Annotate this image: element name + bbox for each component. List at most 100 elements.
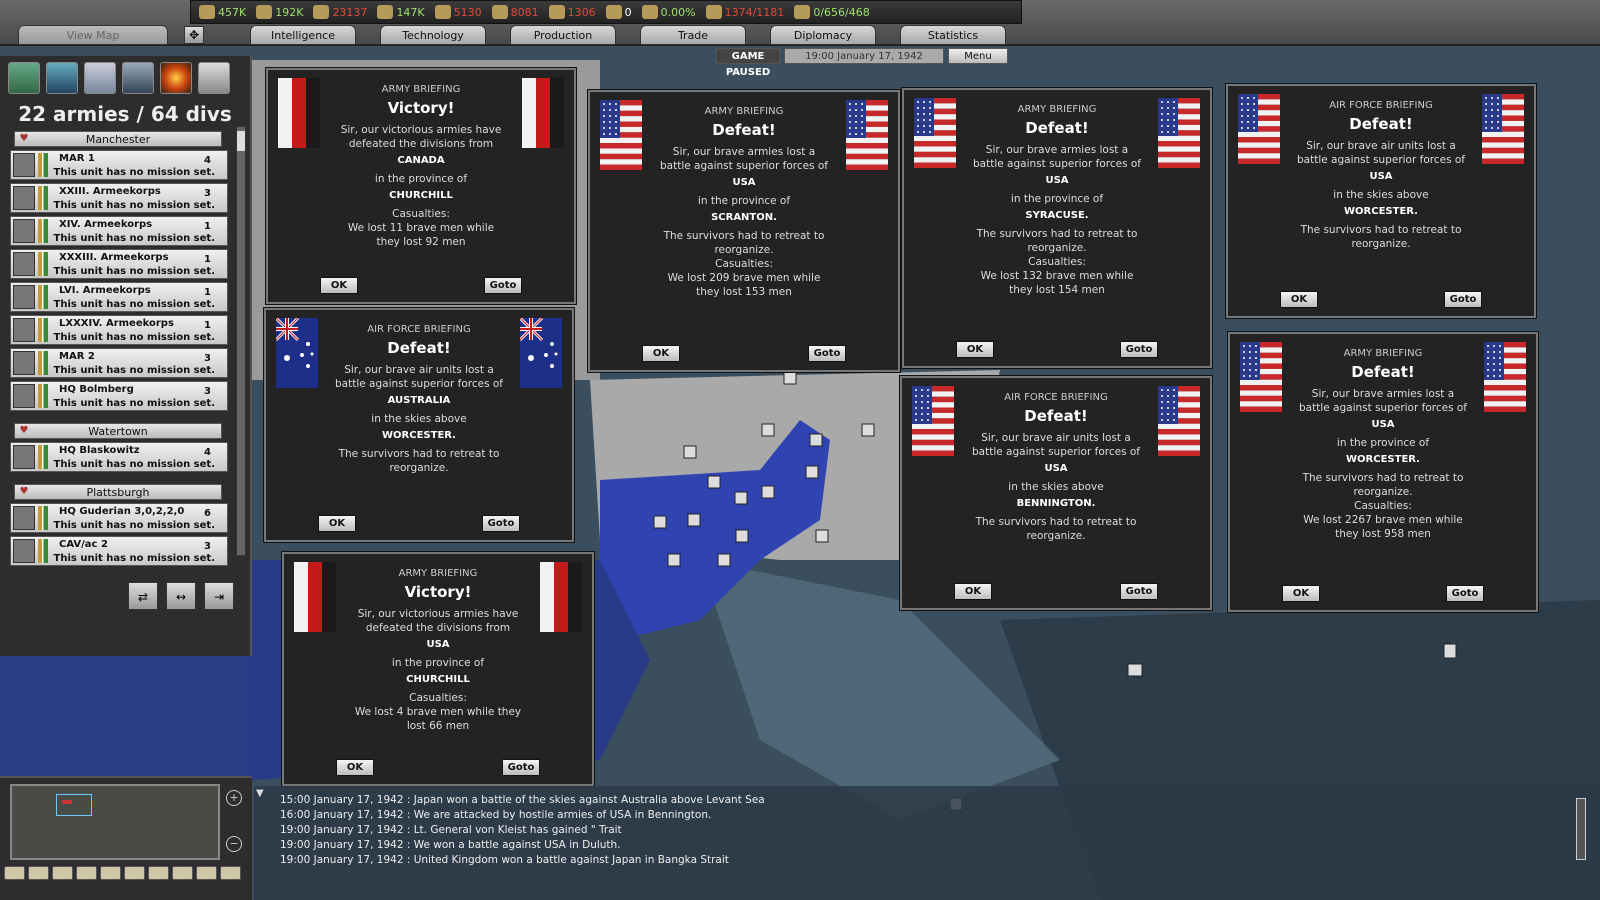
unit-marker[interactable] xyxy=(735,529,749,543)
army-list-item[interactable]: CAV/ac 2 3 This unit has no mission set. xyxy=(10,536,228,566)
unit-marker[interactable] xyxy=(809,433,823,447)
menu-button[interactable]: Menu xyxy=(948,48,1008,64)
goto-button[interactable]: Goto xyxy=(808,345,846,362)
ok-button[interactable]: OK xyxy=(318,515,356,532)
unit-marker[interactable] xyxy=(1127,663,1143,677)
map-mode-icon[interactable] xyxy=(172,866,193,880)
goto-button[interactable]: Goto xyxy=(1120,583,1158,600)
collapse-log-icon[interactable]: ▼ xyxy=(256,788,264,799)
flag-left xyxy=(914,98,956,168)
hierarchy-filter-icon[interactable] xyxy=(198,62,230,94)
unit-marker[interactable] xyxy=(667,553,681,567)
map-mode-icon[interactable] xyxy=(4,866,25,880)
goto-button[interactable]: Goto xyxy=(484,277,522,294)
army-group-header[interactable]: ♥ Manchester xyxy=(14,131,222,147)
scroll-thumb[interactable] xyxy=(237,131,245,151)
ship-filter-icon[interactable] xyxy=(122,62,154,94)
unit-marker[interactable] xyxy=(761,423,775,437)
briefing-country: CANADA xyxy=(397,155,445,166)
tab-trade[interactable]: Trade xyxy=(640,25,746,45)
army-group-header[interactable]: ♥ Watertown xyxy=(14,423,222,439)
goto-button[interactable]: Goto xyxy=(502,759,540,776)
map-mode-icon[interactable] xyxy=(28,866,49,880)
map-mode-icon[interactable] xyxy=(52,866,73,880)
explosion-filter-icon[interactable] xyxy=(160,62,192,94)
tab-diplomacy[interactable]: Diplomacy xyxy=(770,25,876,45)
resource-item: 5130 xyxy=(434,1,482,23)
army-list-item[interactable]: HQ Guderian 3,0,2,2,0 6 This unit has no m… xyxy=(10,503,228,533)
unit-name: MAR 2 xyxy=(59,351,95,362)
unit-marker[interactable] xyxy=(805,465,819,479)
casualties-text: We lost 11 brave men while they lost 92 … xyxy=(347,222,495,248)
zoom-out-icon[interactable]: − xyxy=(226,836,242,852)
army-group-header[interactable]: ♥ Plattsburgh xyxy=(14,484,222,500)
flag-right xyxy=(522,78,564,148)
split-icon[interactable]: ↔ xyxy=(166,582,196,610)
tank-filter-icon[interactable] xyxy=(46,62,78,94)
army-list-item[interactable]: MAR 1 4 This unit has no mission set. xyxy=(10,150,228,180)
army-list-item[interactable]: XIV. Armeekorps 1 This unit has no mission… xyxy=(10,216,228,246)
goto-button[interactable]: Goto xyxy=(1120,341,1158,358)
unit-marker[interactable] xyxy=(861,423,875,437)
unit-marker[interactable] xyxy=(683,445,697,459)
briefing-country: USA xyxy=(1369,171,1393,182)
ok-button[interactable]: OK xyxy=(642,345,680,362)
zoom-in-icon[interactable]: + xyxy=(226,790,242,806)
minimap-viewport[interactable] xyxy=(56,794,92,816)
compass-icon[interactable]: ✥ xyxy=(184,26,204,44)
merge-icon[interactable]: ⇥ xyxy=(204,582,234,610)
casualties-label: Casualties: xyxy=(1028,256,1086,268)
transfer-icon[interactable]: ⇄ xyxy=(128,582,158,610)
unit-name: MAR 1 xyxy=(59,153,95,164)
army-list-item[interactable]: LXXXIV. Armeekorps 1 This unit has no miss… xyxy=(10,315,228,345)
unit-type-filters xyxy=(0,56,250,100)
tab-intelligence[interactable]: Intelligence xyxy=(250,25,356,45)
ok-button[interactable]: OK xyxy=(956,341,994,358)
land-map-filter-icon[interactable] xyxy=(8,62,40,94)
group-flag-icon: ♥ xyxy=(19,486,29,497)
ok-button[interactable]: OK xyxy=(1282,585,1320,602)
tab-statistics[interactable]: Statistics xyxy=(900,25,1006,45)
aircraft-filter-icon[interactable] xyxy=(84,62,116,94)
map-mode-icon[interactable] xyxy=(196,866,217,880)
german-region-west[interactable] xyxy=(0,640,250,780)
unit-marker[interactable] xyxy=(783,371,797,385)
map-mode-icon[interactable] xyxy=(124,866,145,880)
army-list-item[interactable]: MAR 2 3 This unit has no mission set. xyxy=(10,348,228,378)
unit-marker[interactable] xyxy=(707,475,721,489)
goto-button[interactable]: Goto xyxy=(482,515,520,532)
map-mode-icon[interactable] xyxy=(220,866,241,880)
resource-value: 192K xyxy=(275,5,304,19)
ok-button[interactable]: OK xyxy=(954,583,992,600)
minimap[interactable] xyxy=(10,784,220,860)
unit-marker[interactable] xyxy=(1443,643,1457,659)
goto-button[interactable]: Goto xyxy=(1446,585,1484,602)
unit-marker[interactable] xyxy=(761,485,775,499)
army-list-item[interactable]: XXIII. Armeekorps 3 This unit has no missi… xyxy=(10,183,228,213)
army-list-item[interactable]: XXXIII. Armeekorps 1 This unit has no miss… xyxy=(10,249,228,279)
tab-view-map[interactable]: View Map xyxy=(18,25,168,45)
map-mode-icon[interactable] xyxy=(148,866,169,880)
army-list-scrollbar[interactable] xyxy=(236,126,246,556)
unit-marker[interactable] xyxy=(653,515,667,529)
game-status: GAME PAUSED xyxy=(716,48,780,78)
log-scrollbar[interactable] xyxy=(1576,798,1586,860)
dissent-icon xyxy=(641,5,658,19)
tab-technology[interactable]: Technology xyxy=(380,25,486,45)
army-list-item[interactable]: LVI. Armeekorps 1 This unit has no mission… xyxy=(10,282,228,312)
unit-marker[interactable] xyxy=(717,553,731,567)
ok-button[interactable]: OK xyxy=(320,277,358,294)
briefing-place-label: in the skies above xyxy=(1333,189,1429,201)
unit-marker[interactable] xyxy=(815,529,829,543)
unit-marker[interactable] xyxy=(734,491,748,505)
ok-button[interactable]: OK xyxy=(1280,291,1318,308)
army-list-item[interactable]: HQ Bolmberg 3 This unit has no mission set… xyxy=(10,381,228,411)
army-list-item[interactable]: HQ Blaskowitz 4 This unit has no mission s… xyxy=(10,442,228,472)
map-mode-icon[interactable] xyxy=(76,866,97,880)
unit-marker[interactable] xyxy=(687,513,701,527)
usa-flag-icon xyxy=(846,100,888,170)
map-mode-icon[interactable] xyxy=(100,866,121,880)
ok-button[interactable]: OK xyxy=(336,759,374,776)
tab-production[interactable]: Production xyxy=(510,25,616,45)
goto-button[interactable]: Goto xyxy=(1444,291,1482,308)
